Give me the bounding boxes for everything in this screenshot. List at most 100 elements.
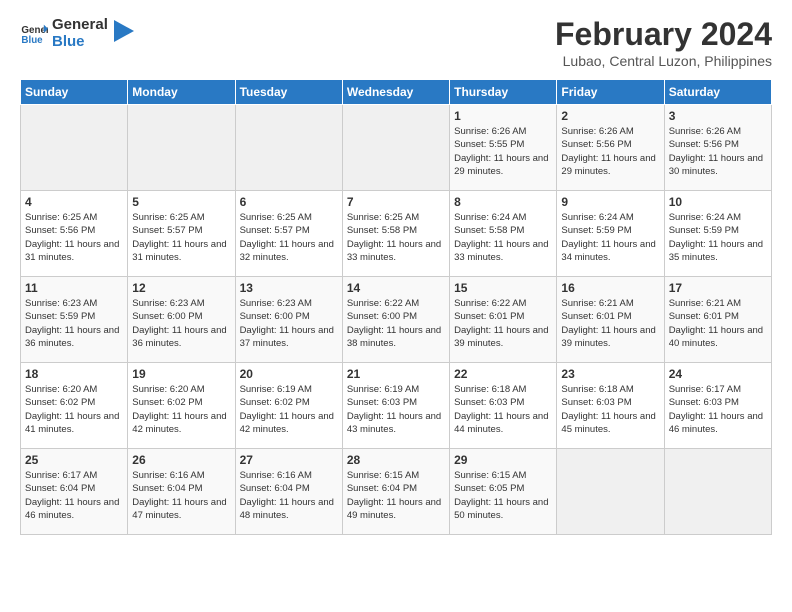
day-info: Sunrise: 6:20 AM Sunset: 6:02 PM Dayligh… (132, 383, 230, 436)
header-sunday: Sunday (21, 80, 128, 105)
calendar-cell: 17 Sunrise: 6:21 AM Sunset: 6:01 PM Dayli… (664, 277, 771, 363)
day-info: Sunrise: 6:16 AM Sunset: 6:04 PM Dayligh… (240, 469, 338, 522)
calendar-cell: 13 Sunrise: 6:23 AM Sunset: 6:00 PM Dayli… (235, 277, 342, 363)
day-number: 17 (669, 281, 767, 295)
calendar-cell: 2 Sunrise: 6:26 AM Sunset: 5:56 PM Daylig… (557, 105, 664, 191)
day-number: 6 (240, 195, 338, 209)
calendar-cell: 25Sunrise: 6:17 AM Sunset: 6:04 PM Dayli… (21, 449, 128, 535)
logo-general: General (52, 16, 108, 33)
day-number: 19 (132, 367, 230, 381)
day-number: 13 (240, 281, 338, 295)
day-info: Sunrise: 6:18 AM Sunset: 6:03 PM Dayligh… (454, 383, 552, 436)
week-row-1: 1 Sunrise: 6:26 AM Sunset: 5:55 PM Daylig… (21, 105, 772, 191)
logo-icon: General Blue (20, 19, 48, 47)
day-info: Sunrise: 6:26 AM Sunset: 5:56 PM Dayligh… (561, 125, 659, 178)
calendar-cell: 6 Sunrise: 6:25 AM Sunset: 5:57 PM Daylig… (235, 191, 342, 277)
calendar-cell: 20 Sunrise: 6:19 AM Sunset: 6:02 PM Dayli… (235, 363, 342, 449)
calendar-cell (664, 449, 771, 535)
day-number: 16 (561, 281, 659, 295)
day-info: Sunrise: 6:19 AM Sunset: 6:02 PM Dayligh… (240, 383, 338, 436)
week-row-3: 11 Sunrise: 6:23 AM Sunset: 5:59 PM Dayli… (21, 277, 772, 363)
calendar-cell: 8 Sunrise: 6:24 AM Sunset: 5:58 PM Daylig… (450, 191, 557, 277)
logo-arrow-icon (114, 20, 134, 42)
day-number: 11 (25, 281, 123, 295)
calendar-cell: 23 Sunrise: 6:18 AM Sunset: 6:03 PM Dayli… (557, 363, 664, 449)
week-row-4: 18 Sunrise: 6:20 AM Sunset: 6:02 PM Dayli… (21, 363, 772, 449)
day-info: Sunrise: 6:25 AM Sunset: 5:57 PM Dayligh… (240, 211, 338, 264)
day-number: 29 (454, 453, 552, 467)
day-info: Sunrise: 6:25 AM Sunset: 5:57 PM Dayligh… (132, 211, 230, 264)
day-number: 2 (561, 109, 659, 123)
calendar-subtitle: Lubao, Central Luzon, Philippines (555, 53, 772, 69)
day-number: 5 (132, 195, 230, 209)
day-info: Sunrise: 6:19 AM Sunset: 6:03 PM Dayligh… (347, 383, 445, 436)
calendar-cell: 18 Sunrise: 6:20 AM Sunset: 6:02 PM Dayli… (21, 363, 128, 449)
header-saturday: Saturday (664, 80, 771, 105)
day-info: Sunrise: 6:26 AM Sunset: 5:55 PM Dayligh… (454, 125, 552, 178)
day-info: Sunrise: 6:22 AM Sunset: 6:00 PM Dayligh… (347, 297, 445, 350)
day-number: 27 (240, 453, 338, 467)
header-monday: Monday (128, 80, 235, 105)
header-friday: Friday (557, 80, 664, 105)
day-info: Sunrise: 6:15 AM Sunset: 6:05 PM Dayligh… (454, 469, 552, 522)
day-info: Sunrise: 6:23 AM Sunset: 6:00 PM Dayligh… (132, 297, 230, 350)
calendar-header-row: SundayMondayTuesdayWednesdayThursdayFrid… (21, 80, 772, 105)
day-info: Sunrise: 6:20 AM Sunset: 6:02 PM Dayligh… (25, 383, 123, 436)
day-info: Sunrise: 6:24 AM Sunset: 5:59 PM Dayligh… (669, 211, 767, 264)
calendar-cell: 5 Sunrise: 6:25 AM Sunset: 5:57 PM Daylig… (128, 191, 235, 277)
day-number: 14 (347, 281, 445, 295)
calendar-cell (128, 105, 235, 191)
calendar-cell: 29 Sunrise: 6:15 AM Sunset: 6:05 PM Dayli… (450, 449, 557, 535)
header-thursday: Thursday (450, 80, 557, 105)
day-number: 21 (347, 367, 445, 381)
logo: General Blue General Blue (20, 16, 134, 51)
day-number: 12 (132, 281, 230, 295)
calendar-cell (235, 105, 342, 191)
day-info: Sunrise: 6:21 AM Sunset: 6:01 PM Dayligh… (561, 297, 659, 350)
calendar-cell: 1 Sunrise: 6:26 AM Sunset: 5:55 PM Daylig… (450, 105, 557, 191)
calendar-cell: 21 Sunrise: 6:19 AM Sunset: 6:03 PM Dayli… (342, 363, 449, 449)
day-number: 8 (454, 195, 552, 209)
day-number: 4 (25, 195, 123, 209)
day-number: 10 (669, 195, 767, 209)
day-info: Sunrise: 6:24 AM Sunset: 5:59 PM Dayligh… (561, 211, 659, 264)
day-number: 20 (240, 367, 338, 381)
week-row-5: 25Sunrise: 6:17 AM Sunset: 6:04 PM Dayli… (21, 449, 772, 535)
day-info: Sunrise: 6:25 AM Sunset: 5:56 PM Dayligh… (25, 211, 123, 264)
calendar-cell (21, 105, 128, 191)
calendar-cell: 22 Sunrise: 6:18 AM Sunset: 6:03 PM Dayli… (450, 363, 557, 449)
calendar-cell: 14 Sunrise: 6:22 AM Sunset: 6:00 PM Dayli… (342, 277, 449, 363)
day-number: 9 (561, 195, 659, 209)
day-number: 24 (669, 367, 767, 381)
day-number: 23 (561, 367, 659, 381)
day-number: 28 (347, 453, 445, 467)
day-info: Sunrise: 6:26 AM Sunset: 5:56 PM Dayligh… (669, 125, 767, 178)
calendar-cell: 28Sunrise: 6:15 AM Sunset: 6:04 PM Dayli… (342, 449, 449, 535)
day-number: 25 (25, 453, 123, 467)
calendar-table: SundayMondayTuesdayWednesdayThursdayFrid… (20, 79, 772, 535)
day-number: 18 (25, 367, 123, 381)
calendar-cell: 16 Sunrise: 6:21 AM Sunset: 6:01 PM Dayli… (557, 277, 664, 363)
header-tuesday: Tuesday (235, 80, 342, 105)
day-info: Sunrise: 6:21 AM Sunset: 6:01 PM Dayligh… (669, 297, 767, 350)
logo-blue: Blue (52, 33, 108, 50)
title-area: February 2024 Lubao, Central Luzon, Phil… (555, 16, 772, 69)
day-info: Sunrise: 6:23 AM Sunset: 5:59 PM Dayligh… (25, 297, 123, 350)
day-info: Sunrise: 6:23 AM Sunset: 6:00 PM Dayligh… (240, 297, 338, 350)
day-info: Sunrise: 6:22 AM Sunset: 6:01 PM Dayligh… (454, 297, 552, 350)
calendar-cell: 11 Sunrise: 6:23 AM Sunset: 5:59 PM Dayli… (21, 277, 128, 363)
day-number: 22 (454, 367, 552, 381)
week-row-2: 4 Sunrise: 6:25 AM Sunset: 5:56 PM Daylig… (21, 191, 772, 277)
calendar-cell: 24 Sunrise: 6:17 AM Sunset: 6:03 PM Dayli… (664, 363, 771, 449)
day-info: Sunrise: 6:16 AM Sunset: 6:04 PM Dayligh… (132, 469, 230, 522)
day-number: 1 (454, 109, 552, 123)
day-number: 3 (669, 109, 767, 123)
svg-text:Blue: Blue (21, 35, 43, 46)
calendar-cell: 26Sunrise: 6:16 AM Sunset: 6:04 PM Dayli… (128, 449, 235, 535)
day-info: Sunrise: 6:18 AM Sunset: 6:03 PM Dayligh… (561, 383, 659, 436)
day-info: Sunrise: 6:24 AM Sunset: 5:58 PM Dayligh… (454, 211, 552, 264)
calendar-cell (557, 449, 664, 535)
header: General Blue General Blue February 2024 … (20, 16, 772, 69)
header-wednesday: Wednesday (342, 80, 449, 105)
day-info: Sunrise: 6:17 AM Sunset: 6:03 PM Dayligh… (669, 383, 767, 436)
